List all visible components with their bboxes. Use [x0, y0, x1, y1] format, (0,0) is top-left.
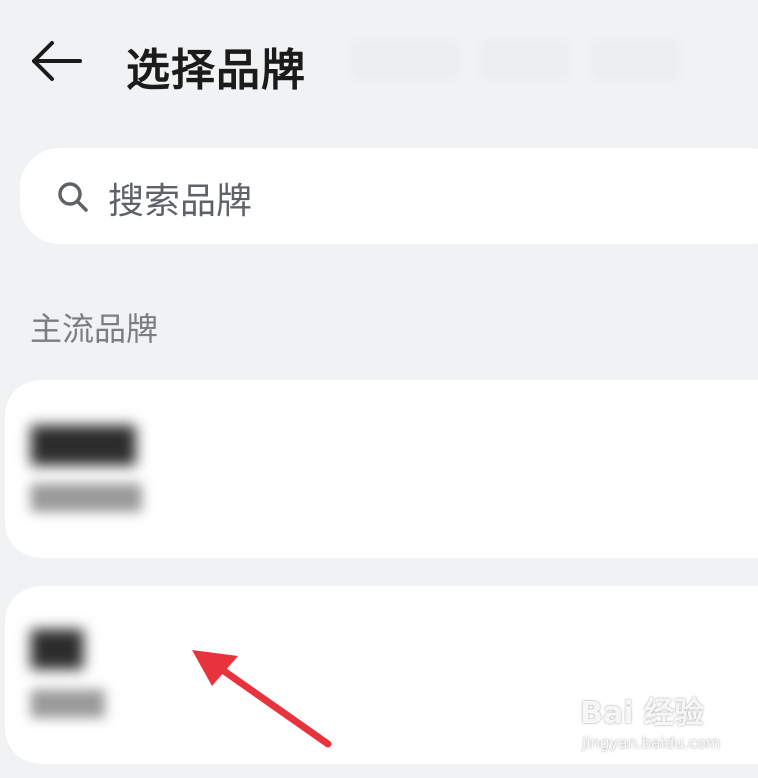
baidu-jingyan-watermark: Bai 经验 jingyan.baidu.com: [580, 688, 730, 768]
search-icon: [58, 182, 88, 212]
back-button[interactable]: [28, 38, 84, 84]
brand-subtitle: ████: [31, 690, 105, 718]
search-input[interactable]: 搜索品牌: [20, 148, 758, 244]
search-placeholder: 搜索品牌: [108, 181, 253, 222]
brand-name: ██: [31, 630, 84, 670]
brand-list-item[interactable]: ████ ██████: [5, 380, 758, 558]
brand-select-page: 选择品牌 搜索品牌 主流品牌 ████ ██████ ██ ████ Bai 经…: [0, 0, 758, 778]
brand-subtitle: ██████: [31, 484, 142, 512]
blurred-header-element: [590, 40, 680, 80]
watermark-logo-text: Bai 经验: [580, 696, 704, 731]
page-title: 选择品牌: [126, 45, 306, 96]
blurred-header-element: [350, 40, 460, 80]
watermark-url: jingyan.baidu.com: [582, 734, 721, 752]
blurred-header-element: [480, 40, 570, 80]
arrow-left-icon: [32, 41, 82, 81]
section-label: 主流品牌: [30, 310, 159, 348]
red-arrow-annotation: [192, 650, 332, 748]
brand-name: ████: [31, 426, 136, 466]
